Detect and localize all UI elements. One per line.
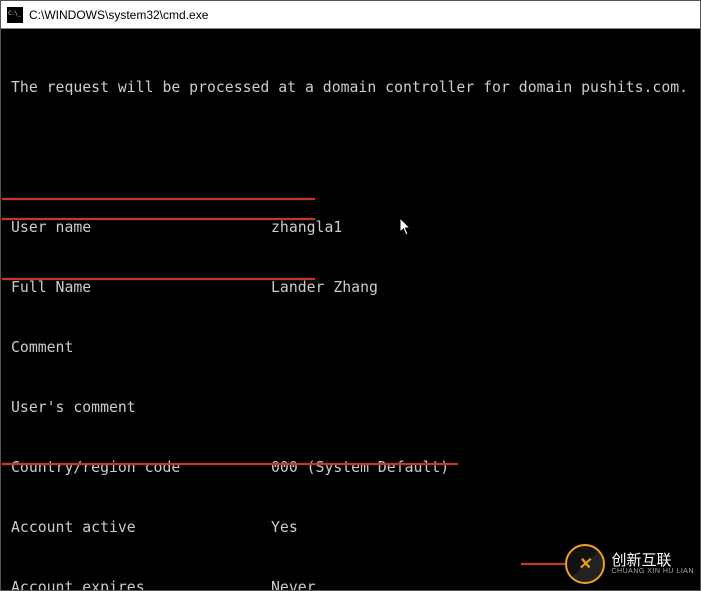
field-account-expires: Account expiresNever (11, 578, 690, 590)
highlight-underline (521, 563, 603, 565)
highlight-underline (2, 463, 458, 465)
field-country: Country/region code000 (System Default) (11, 458, 690, 478)
titlebar[interactable]: C:\WINDOWS\system32\cmd.exe (1, 1, 700, 29)
field-user-name: User namezhangla1 (11, 218, 690, 238)
field-full-name: Full NameLander Zhang (11, 278, 690, 298)
highlight-underline (2, 218, 315, 220)
terminal-output[interactable]: The request will be processed at a domai… (1, 30, 700, 590)
field-account-active: Account activeYes (11, 518, 690, 538)
field-users-comment: User's comment (11, 398, 690, 418)
field-comment: Comment (11, 338, 690, 358)
window-title: C:\WINDOWS\system32\cmd.exe (29, 8, 208, 22)
highlight-underline (2, 198, 315, 200)
highlight-underline (2, 278, 315, 280)
intro-line: The request will be processed at a domai… (11, 78, 690, 98)
cmd-icon (7, 7, 23, 23)
cmd-window: C:\WINDOWS\system32\cmd.exe The request … (0, 0, 701, 591)
